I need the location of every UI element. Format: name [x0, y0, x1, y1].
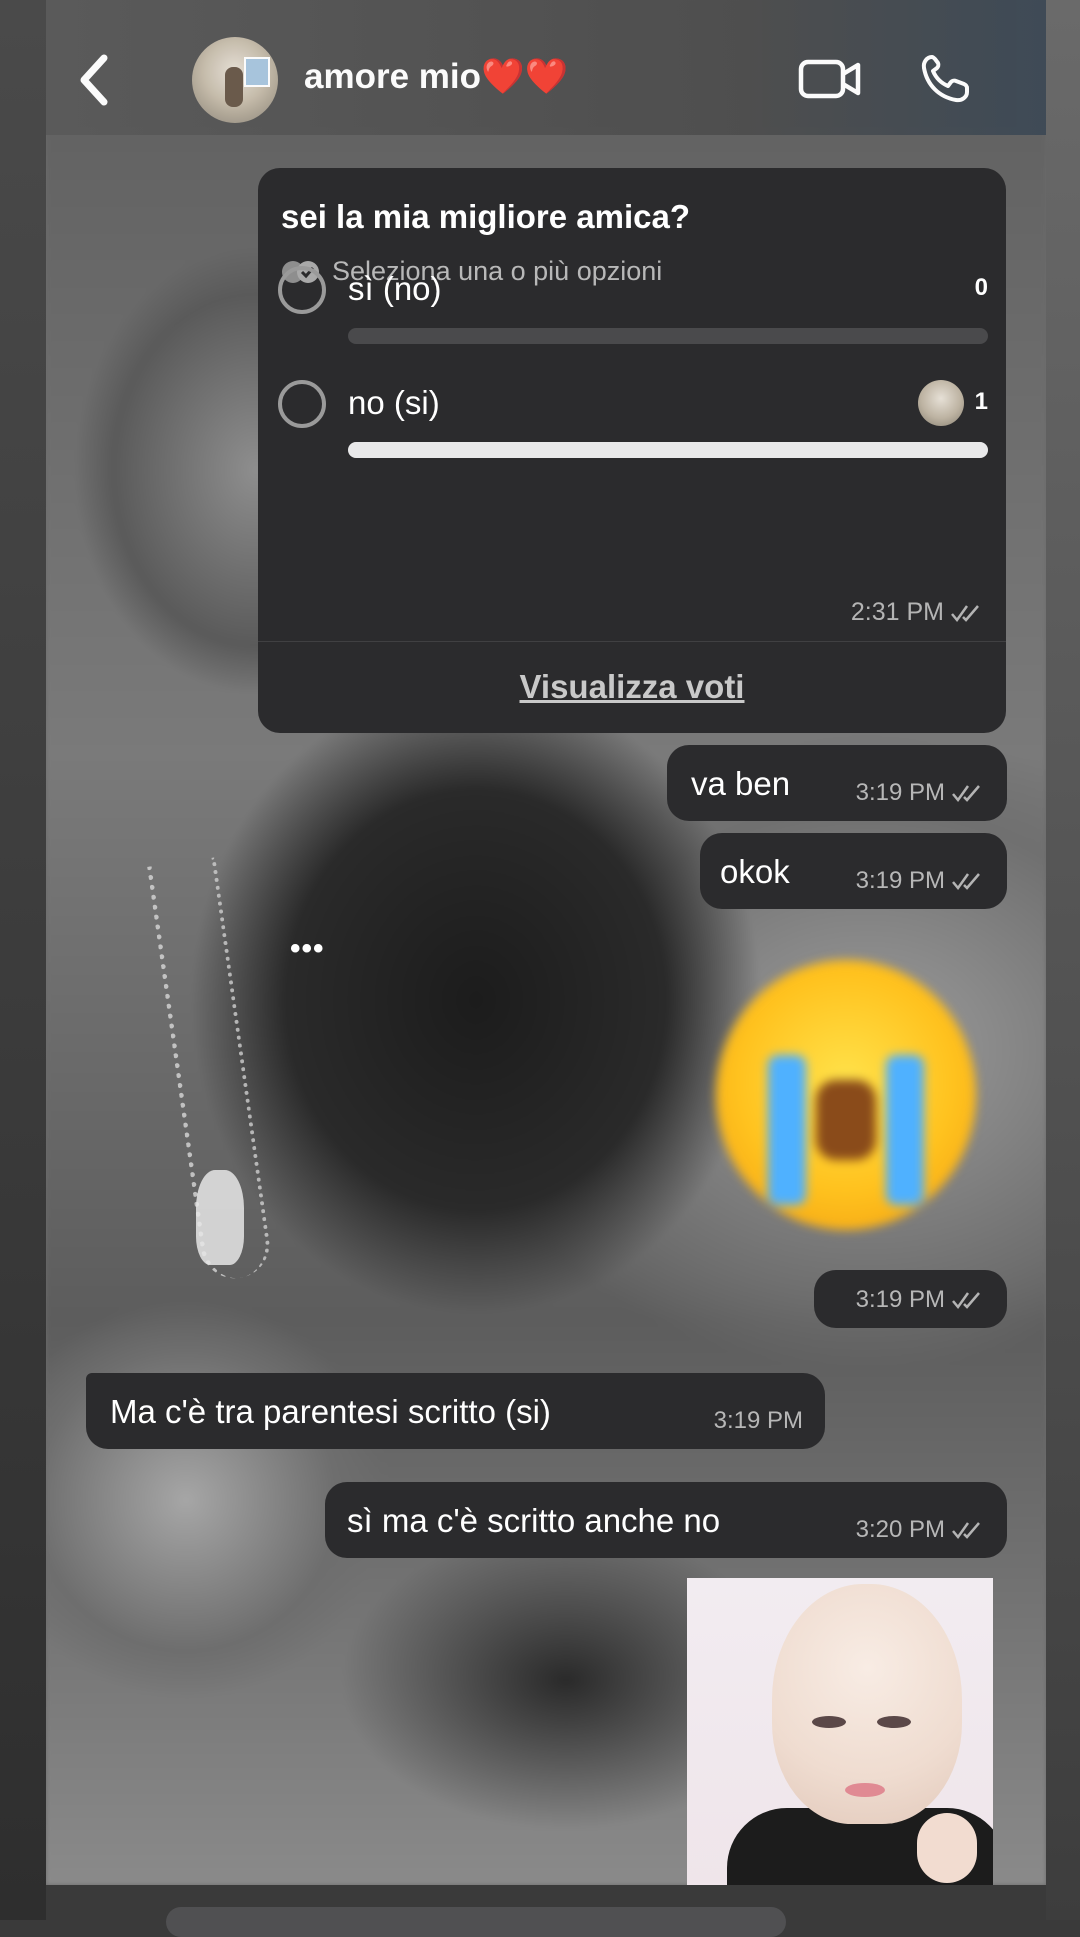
loudly-crying-emoji-icon[interactable]	[716, 960, 976, 1230]
poll-option-label: sì (no)	[348, 270, 442, 307]
poll-question: sei la mia migliore amica?	[281, 198, 691, 235]
message-time: 3:19 PM	[855, 779, 945, 806]
double-check-icon	[952, 1522, 980, 1540]
left-frame	[0, 0, 46, 1920]
message-text: Ma c'è tra parentesi scritto (si)	[110, 1393, 551, 1430]
poll-divider	[258, 641, 1006, 642]
radio-button[interactable]	[278, 380, 326, 428]
message-meta: 3:20 PM	[856, 1516, 985, 1544]
poll-option-bar-fill	[348, 442, 988, 458]
message-time: 3:20 PM	[855, 1516, 945, 1543]
message-text: va ben	[691, 765, 791, 802]
double-check-icon	[952, 873, 980, 891]
message-meta: 3:19 PM	[856, 779, 985, 807]
chat-screen: amore mio❤️❤️ sei la mia migliore amica?…	[46, 0, 1046, 1885]
message-bubble-outgoing[interactable]: okok 3:19 PM	[700, 833, 1007, 909]
poll-option-bar	[348, 442, 988, 458]
typing-indicator: •••	[290, 932, 325, 965]
poll-option-count: 0	[974, 274, 988, 301]
message-time: 3:19 PM	[855, 1286, 945, 1313]
radio-button[interactable]	[278, 266, 326, 314]
poll-option[interactable]: sì (no) 0	[278, 266, 988, 376]
voter-avatar[interactable]	[918, 380, 964, 426]
message-text: sì ma c'è scritto anche no	[347, 1502, 721, 1539]
double-check-icon	[952, 1292, 980, 1310]
message-meta: 3:19 PM	[714, 1407, 803, 1435]
poll-option-label: no (si)	[348, 384, 440, 421]
chevron-left-icon[interactable]	[74, 50, 114, 110]
poll-option-count: 1	[974, 388, 988, 415]
message-text: okok	[720, 853, 790, 890]
message-meta: 3:19 PM	[856, 1286, 985, 1314]
poll-bubble[interactable]: sei la mia migliore amica? Seleziona una…	[258, 168, 1006, 733]
photo-message[interactable]	[687, 1578, 993, 1885]
message-bubble-outgoing[interactable]: sì ma c'è scritto anche no 3:20 PM	[325, 1482, 1007, 1558]
wallpaper-pendant	[196, 1170, 244, 1265]
composer-bar	[46, 1885, 1046, 1937]
poll-option[interactable]: no (si) 1	[278, 380, 988, 490]
message-bubble-outgoing[interactable]: va ben 3:19 PM	[667, 745, 1007, 821]
message-time: 3:19 PM	[713, 1407, 803, 1434]
contact-name[interactable]: amore mio❤️❤️	[304, 56, 568, 97]
poll-option-bar	[348, 328, 988, 344]
message-time: 2:31 PM	[850, 598, 944, 626]
double-check-icon	[951, 604, 979, 622]
avatar[interactable]	[192, 37, 278, 123]
message-input[interactable]	[166, 1907, 786, 1937]
right-frame	[1046, 0, 1080, 1920]
video-camera-icon[interactable]	[798, 57, 862, 101]
double-check-icon	[952, 785, 980, 803]
view-votes-link[interactable]: Visualizza voti	[258, 668, 1006, 706]
chat-header: amore mio❤️❤️	[46, 0, 1046, 135]
message-meta: 3:19 PM	[856, 867, 985, 895]
message-time: 3:19 PM	[855, 867, 945, 894]
phone-icon[interactable]	[918, 52, 972, 106]
emoji-time-bubble: 3:19 PM	[814, 1270, 1007, 1328]
message-meta: 2:31 PM	[851, 598, 984, 627]
message-bubble-incoming[interactable]: Ma c'è tra parentesi scritto (si) 3:19 P…	[86, 1373, 825, 1449]
